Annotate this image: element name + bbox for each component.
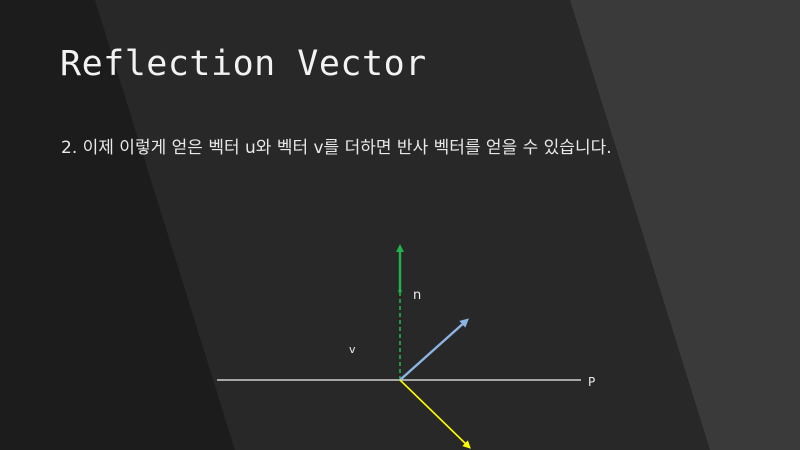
reflected-vector-arrow bbox=[399, 318, 469, 381]
incoming-vector-arrow bbox=[399, 379, 471, 449]
reflection-diagram: n v P bbox=[217, 244, 595, 449]
normal-label: n bbox=[413, 288, 421, 303]
normal-vector-midpoint bbox=[398, 289, 402, 293]
vector-v-label: v bbox=[349, 343, 356, 356]
slide: Reflection Vector 2. 이제 이렇게 얻은 벡터 u와 벡터 … bbox=[0, 0, 800, 450]
plane-label: P bbox=[588, 375, 595, 389]
